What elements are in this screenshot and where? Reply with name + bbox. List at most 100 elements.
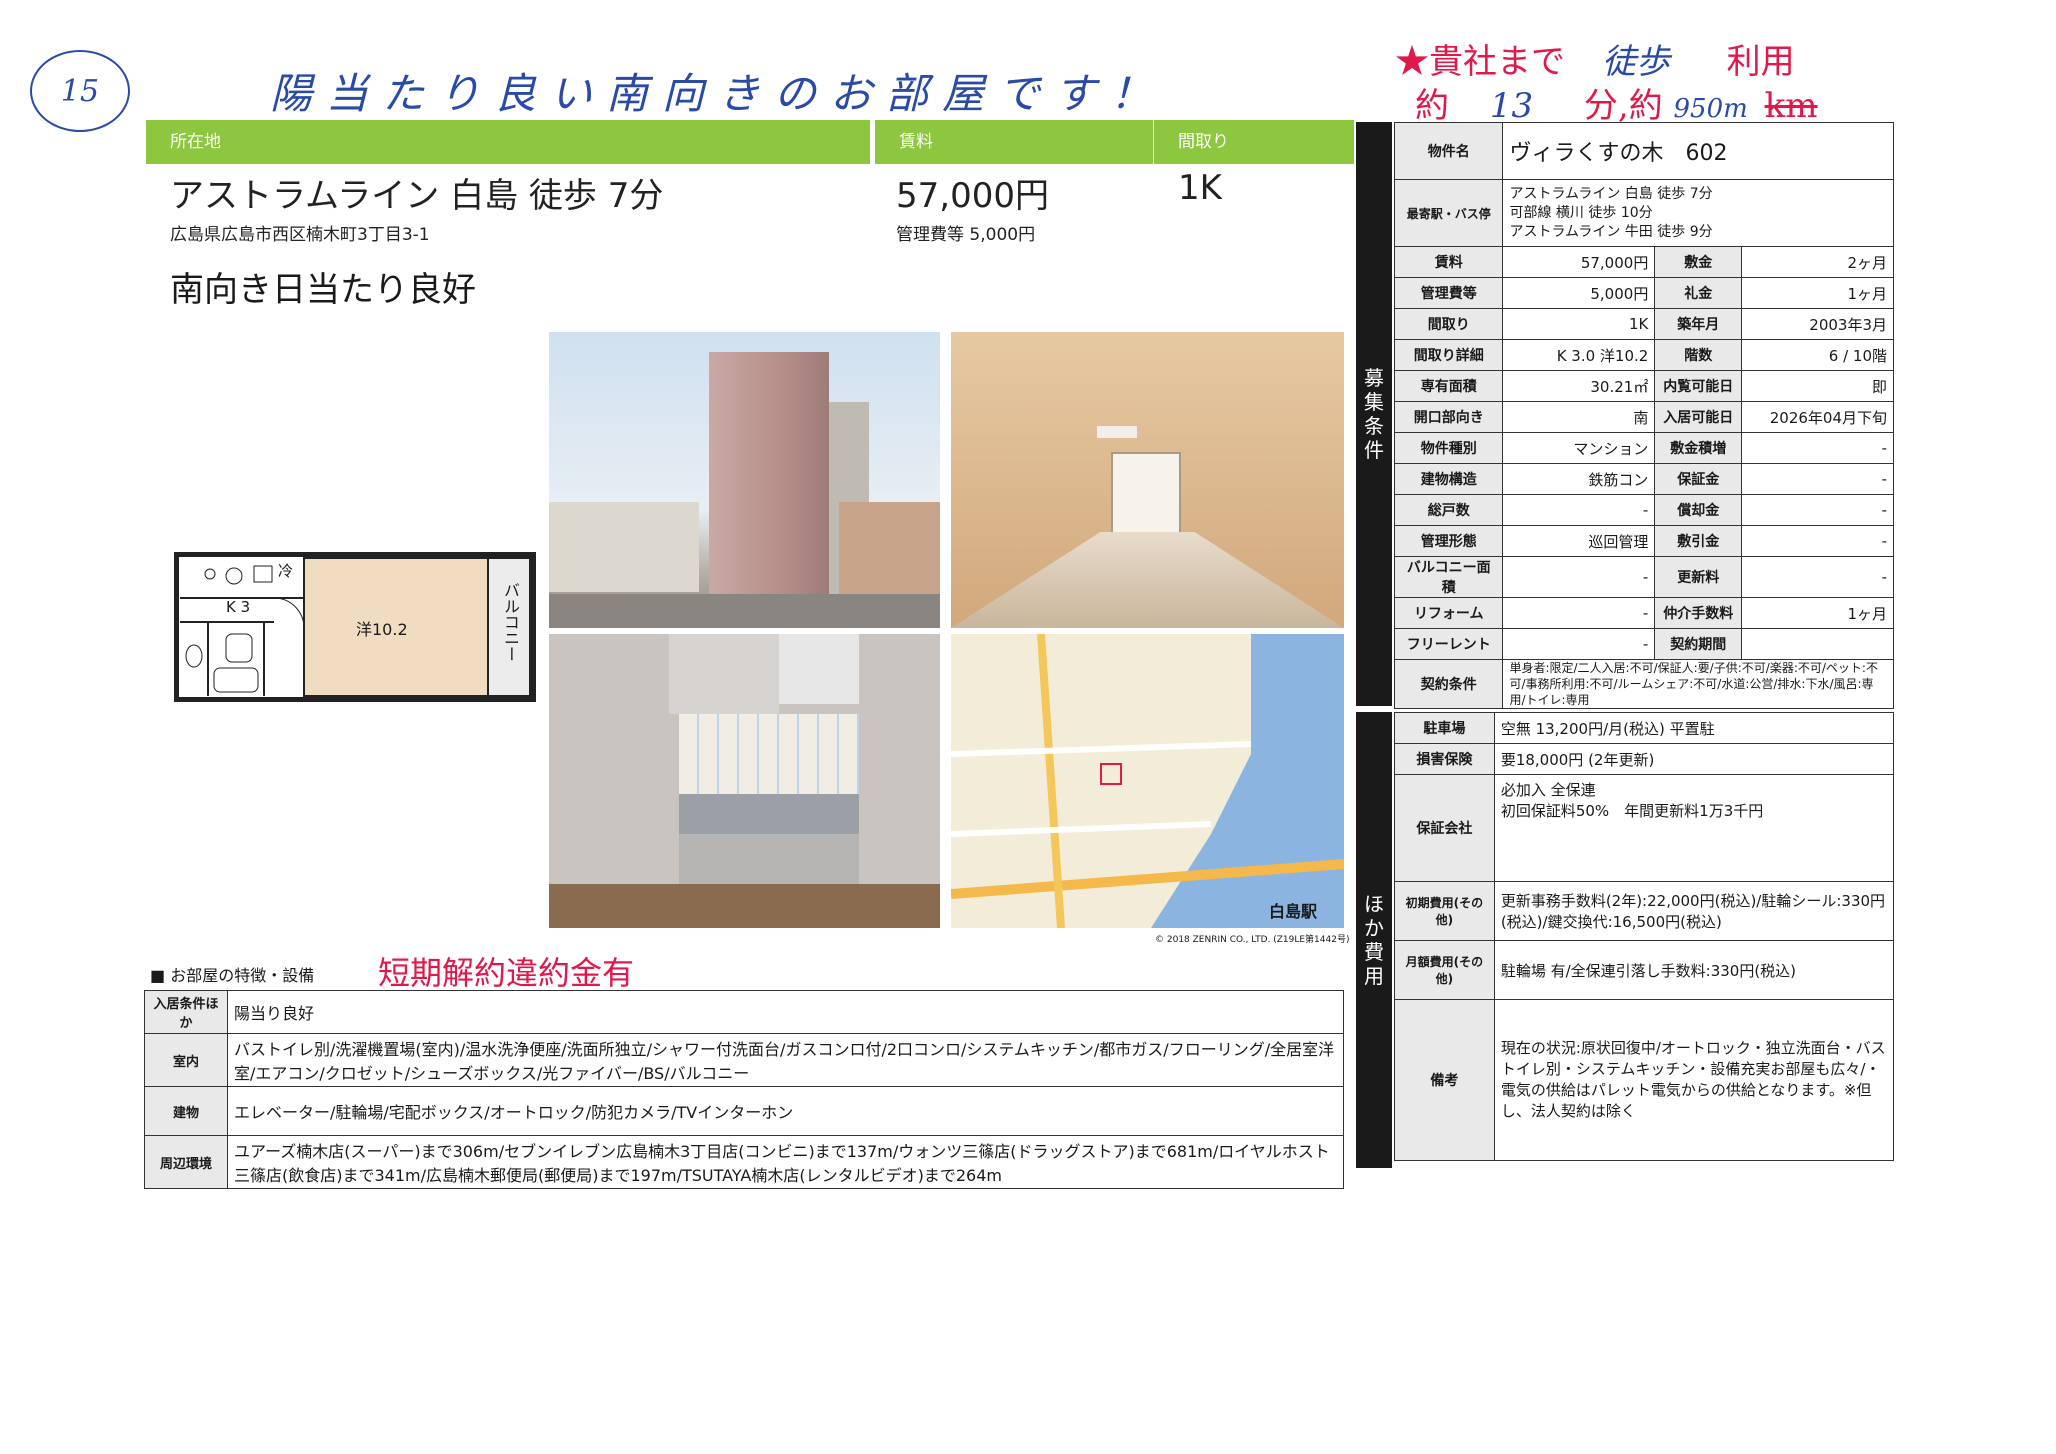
spec-row: 管理費等 5,000円 礼金 1ヶ月 [1393, 277, 1894, 309]
spec-row: リフォーム - 仲介手数料 1ヶ月 [1393, 597, 1894, 629]
spec-row: 総戸数 - 償却金 - [1393, 494, 1894, 526]
spec-value: 57,000円 [1502, 246, 1656, 278]
handwritten-meters: 950m [1673, 94, 1748, 124]
spec-value: - [1741, 556, 1894, 598]
room-floor [951, 532, 1344, 628]
contract-text: 単身者:限定/二人入居:不可/保証人:要/子供:不可/楽器:不可/ペット:不可/… [1502, 659, 1894, 709]
handwritten-to-office: ★貴社まで [1395, 42, 1565, 82]
spec-row: 管理形態 巡回管理 敷引金 - [1393, 525, 1894, 557]
layout-label-bar: 間取り [1154, 120, 1354, 164]
feature-label: 建物 [144, 1086, 228, 1136]
spec-value: 30.21㎡ [1502, 370, 1656, 402]
building-tower [709, 352, 829, 628]
spec-value: 鉄筋コン [1502, 463, 1656, 495]
circle-number: 15 [30, 50, 130, 132]
spec-label: 開口部向き [1393, 401, 1504, 433]
spec-label: フリーレント [1393, 628, 1504, 660]
guarantor-line-2: 初回保証料50% 年間更新料1万3千円 [1500, 802, 1764, 820]
insurance-label: 損害保険 [1394, 743, 1495, 775]
spec-label: 保証金 [1654, 463, 1743, 495]
station-list: アストラムライン 白島 徒歩 7分 可部線 横川 徒歩 10分 アストラムライン… [1502, 179, 1894, 247]
parking-value: 空無 13,200円/月(税込) 平置駐 [1493, 712, 1895, 744]
spec-label: 入居可能日 [1654, 401, 1743, 433]
spec-label: 償却金 [1654, 494, 1743, 526]
map-copyright: © 2018 ZENRIN CO., LTD. (Z19LE第1442号) [1155, 935, 1350, 945]
spec-label: 管理形態 [1393, 525, 1504, 557]
spec-row: 賃料 57,000円 敷金 2ヶ月 [1393, 246, 1894, 278]
spec-value: - [1741, 525, 1894, 557]
spec-value: 1K [1502, 308, 1656, 340]
kitchen-hood [779, 634, 859, 704]
sidebar2-char-3: 費 [1364, 940, 1384, 964]
sidebar1-char-2: 集 [1364, 390, 1384, 414]
guarantor-label: 保証会社 [1394, 774, 1495, 882]
contract-label: 契約条件 [1393, 659, 1504, 709]
spec-label: 間取り [1393, 308, 1504, 340]
parking-label: 駐車場 [1394, 712, 1495, 744]
spec-row: 建物構造 鉄筋コン 保証金 - [1393, 463, 1894, 495]
station-line-3: アストラムライン 牛田 徒歩 9分 [1509, 223, 1713, 240]
kitchen-floor [549, 884, 940, 928]
cost-row-remarks: 備考 現在の状況:原状回復中/オートロック・独立洗面台・バストイレ別・システムキ… [1394, 999, 1895, 1161]
spec-value: - [1502, 597, 1656, 629]
spec-label: 総戸数 [1393, 494, 1504, 526]
handwritten-km: km [1764, 86, 1818, 126]
feature-value: エレベーター/駐輪場/宅配ボックス/オートロック/防犯カメラ/TVインターホン [227, 1086, 1344, 1136]
other-costs-sidebar: ほ か 費 用 [1356, 712, 1392, 1168]
spec-row-station: 最寄駅・バス停 アストラムライン 白島 徒歩 7分 可部線 横川 徒歩 10分 … [1393, 179, 1894, 247]
handwritten-distance-line1: ★貴社まで 徒歩 利用 [1395, 34, 1795, 83]
feature-row: 周辺環境 ユアーズ楠木店(スーパー)まで306m/セブンイレブン広島楠木3丁目店(… [144, 1135, 1344, 1189]
spec-row-contract: 契約条件 単身者:限定/二人入居:不可/保証人:要/子供:不可/楽器:不可/ペッ… [1393, 659, 1894, 709]
spec-label: 専有面積 [1393, 370, 1504, 402]
sidebar2-char-4: 用 [1364, 964, 1384, 988]
circle-number-text: 15 [60, 73, 100, 109]
location-label-bar: 所在地 [146, 120, 870, 164]
sidebar2-char-1: ほ [1364, 892, 1384, 916]
feature-value: バストイレ別/洗濯機置場(室内)/温水洗浄便座/洗面所独立/シャワー付洗面台/ガ… [227, 1033, 1344, 1087]
feature-row: 建物 エレベーター/駐輪場/宅配ボックス/オートロック/防犯カメラ/TVインターホ… [144, 1086, 1344, 1136]
spec-value: 即 [1741, 370, 1894, 402]
spec-table: 物件名 ヴィラくすの木 602 最寄駅・バス停 アストラムライン 白島 徒歩 7… [1393, 122, 1894, 709]
spec-value: K 3.0 洋10.2 [1502, 339, 1656, 371]
cost-row-initial: 初期費用(その他) 更新事務手数料(2年):22,000円(税込)/駐輪シール:… [1394, 881, 1895, 941]
spec-value: - [1502, 556, 1656, 598]
remarks-value: 現在の状況:原状回復中/オートロック・独立洗面台・バストイレ別・システムキッチン… [1493, 999, 1895, 1161]
spec-label: 敷引金 [1654, 525, 1743, 557]
cost-row-parking: 駐車場 空無 13,200円/月(税込) 平置駐 [1394, 712, 1895, 744]
spec-value: - [1741, 494, 1894, 526]
feature-label: 入居条件ほか [144, 990, 228, 1034]
building-photo [549, 332, 940, 628]
station-line-1: アストラムライン 白島 徒歩 7分 [1509, 185, 1713, 202]
spec-label: 築年月 [1654, 308, 1743, 340]
spec-value: - [1741, 463, 1894, 495]
cost-table: 駐車場 空無 13,200円/月(税込) 平置駐 損害保険 要18,000円 (… [1394, 712, 1895, 1161]
spec-value: 2026年04月下旬 [1741, 401, 1894, 433]
access-text: アストラムライン 白島 徒歩 7分 [170, 176, 664, 216]
spec-label: バルコニー面積 [1393, 556, 1504, 598]
spec-label: リフォーム [1393, 597, 1504, 629]
feature-row: 室内 バストイレ別/洗濯機置場(室内)/温水洗浄便座/洗面所独立/シャワー付洗面台… [144, 1033, 1344, 1087]
handwritten-minutes-approx: 分,約 [1583, 86, 1663, 126]
floor-plan-kitchen: K 3 [226, 598, 251, 616]
feature-label: 周辺環境 [144, 1135, 228, 1189]
cost-row-guarantor: 保証会社 必加入 全保連 初回保証料50% 年間更新料1万3千円 [1394, 774, 1895, 882]
spec-label: 更新料 [1654, 556, 1743, 598]
spec-value: 1ヶ月 [1741, 277, 1894, 309]
spec-label: 建物構造 [1393, 463, 1504, 495]
remarks-label: 備考 [1394, 999, 1495, 1161]
insurance-value: 要18,000円 (2年更新) [1493, 743, 1895, 775]
guarantor-value: 必加入 全保連 初回保証料50% 年間更新料1万3千円 [1493, 774, 1895, 882]
spec-value [1741, 628, 1894, 660]
initial-value: 更新事務手数料(2年):22,000円(税込)/駐輪シール:330円(税込)/鍵… [1493, 881, 1895, 941]
monthly-value: 駐輪場 有/全保連引落し手数料:330円(税込) [1493, 940, 1895, 1000]
spec-label: 敷金 [1654, 246, 1743, 278]
cost-row-monthly: 月額費用(その他) 駐輪場 有/全保連引落し手数料:330円(税込) [1394, 940, 1895, 1000]
room-photo [951, 332, 1344, 628]
initial-label: 初期費用(その他) [1394, 881, 1495, 941]
spec-label: 敷金積増 [1654, 432, 1743, 464]
catch-copy: 南向き日当たり良好 [170, 270, 476, 310]
spec-value: 5,000円 [1502, 277, 1656, 309]
spec-row: 開口部向き南入居可能日 2026年04月下旬 [1393, 401, 1894, 433]
cost-row-insurance: 損害保険 要18,000円 (2年更新) [1394, 743, 1895, 775]
spec-label: 礼金 [1654, 277, 1743, 309]
